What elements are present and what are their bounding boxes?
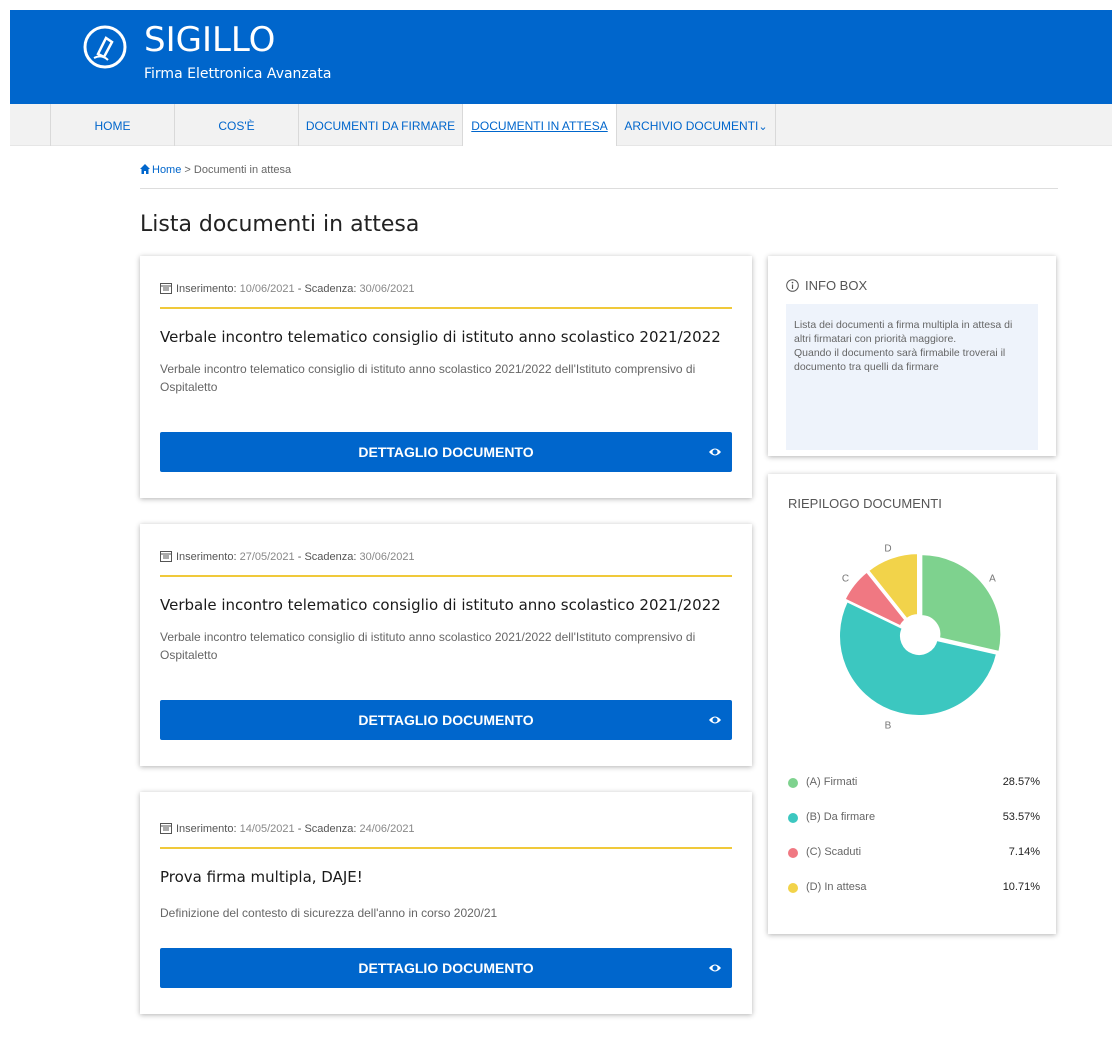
scadenza-date: 24/06/2021 <box>359 823 415 835</box>
card-title: Verbale incontro telematico consiglio di… <box>160 328 721 346</box>
summary-card: RIEPILOGO DOCUMENTI A B C D (A) Firmati 28.5… <box>768 474 1056 934</box>
inserimento-label: Inserimento: <box>176 551 237 563</box>
card-description: Verbale incontro telematico consiglio di… <box>160 362 696 394</box>
legend-dot <box>788 848 798 858</box>
info-box: INFO BOX Lista dei documenti a firma mul… <box>768 256 1056 456</box>
pie-label-b: B <box>885 721 892 732</box>
document-card: Inserimento: 27/05/2021 - Scadenza: 30/0… <box>140 524 752 766</box>
scadenza-label: Scadenza: <box>304 823 357 835</box>
breadcrumb-divider <box>140 188 1058 189</box>
dettaglio-documento-button[interactable]: DETTAGLIO DOCUMENTO <box>160 700 732 740</box>
nav-documenti-in-attesa[interactable]: DOCUMENTI IN ATTESA <box>462 104 616 146</box>
button-label: DETTAGLIO DOCUMENTO <box>358 712 534 728</box>
card-divider <box>160 575 732 577</box>
document-card: Inserimento: 14/05/2021 - Scadenza: 24/0… <box>140 792 752 1014</box>
nav-divider <box>775 104 776 146</box>
card-description: Definizione del contesto di sicurezza de… <box>160 906 498 920</box>
legend-value: 28.57% <box>1002 776 1040 788</box>
home-icon <box>140 164 150 174</box>
inserimento-label: Inserimento: <box>176 283 237 295</box>
pie-label-c: C <box>842 573 849 584</box>
info-box-text-1: Lista dei documenti a firma multipla in … <box>794 319 1013 345</box>
card-dates: Inserimento: 14/05/2021 - Scadenza: 24/0… <box>160 822 415 835</box>
breadcrumb-current: Documenti in attesa <box>193 164 292 176</box>
info-box-body: Lista dei documenti a firma multipla in … <box>786 304 1038 450</box>
calendar-icon <box>160 283 172 294</box>
legend-value: 53.57% <box>1002 811 1040 823</box>
legend-row[interactable]: (A) Firmati 28.57% <box>788 774 1040 794</box>
nav-cose[interactable]: COS'È <box>174 104 298 146</box>
legend-label: (B) Da firmare <box>806 811 876 823</box>
card-title: Prova firma multipla, DAJE! <box>160 868 363 886</box>
legend-row[interactable]: (D) In attesa 10.71% <box>788 879 1040 899</box>
app-title: SIGILLO <box>144 20 276 60</box>
legend-row[interactable]: (B) Da firmare 53.57% <box>788 809 1040 829</box>
card-dates: Inserimento: 10/06/2021 - Scadenza: 30/0… <box>160 282 415 295</box>
info-icon <box>786 279 799 292</box>
scadenza-label: Scadenza: <box>304 551 357 563</box>
legend-value: 7.14% <box>1008 846 1040 858</box>
card-divider <box>160 307 732 309</box>
app-header: SIGILLO Firma Elettronica Avanzata <box>10 10 1112 104</box>
inserimento-label: Inserimento: <box>176 823 237 835</box>
button-label: DETTAGLIO DOCUMENTO <box>358 444 534 460</box>
dettaglio-documento-button[interactable]: DETTAGLIO DOCUMENTO <box>160 432 732 472</box>
info-box-title-text: INFO BOX <box>805 278 868 293</box>
eye-icon <box>709 448 721 456</box>
inserimento-date: 10/06/2021 <box>239 283 295 295</box>
pie-chart: A B C D <box>838 543 1003 732</box>
date-separator: - <box>297 551 302 563</box>
pie-label-a: A <box>989 573 996 584</box>
main-nav: HOME COS'È DOCUMENTI DA FIRMARE DOCUMENT… <box>10 104 1112 146</box>
card-title: Verbale incontro telematico consiglio di… <box>160 596 721 614</box>
legend-label: (A) Firmati <box>806 776 858 788</box>
breadcrumb: Home > Documenti in attesa <box>140 164 291 176</box>
document-card: Inserimento: 10/06/2021 - Scadenza: 30/0… <box>140 256 752 498</box>
card-description: Verbale incontro telematico consiglio di… <box>160 630 696 662</box>
page-title: Lista documenti in attesa <box>140 212 420 237</box>
legend-dot <box>788 883 798 893</box>
info-box-text-2: Quando il documento sarà firmabile trove… <box>794 347 1006 373</box>
pie-label-d: D <box>884 543 891 554</box>
calendar-icon <box>160 823 172 834</box>
legend-label: (C) Scaduti <box>806 846 862 858</box>
button-label: DETTAGLIO DOCUMENTO <box>358 960 534 976</box>
nav-archivio-documenti[interactable]: ARCHIVIO DOCUMENTI⌄ <box>616 104 775 146</box>
date-separator: - <box>297 823 302 835</box>
pie-slice-a[interactable] <box>920 553 1003 654</box>
calendar-icon <box>160 551 172 562</box>
legend-value: 10.71% <box>1002 881 1040 893</box>
eye-icon <box>709 716 721 724</box>
card-divider <box>160 847 732 849</box>
scadenza-label: Scadenza: <box>304 283 357 295</box>
legend-label: (D) In attesa <box>806 881 867 893</box>
date-separator: - <box>297 283 302 295</box>
info-box-title: INFO BOX <box>786 278 867 293</box>
eye-icon <box>709 964 721 972</box>
sigillo-logo-icon[interactable] <box>82 24 128 70</box>
scadenza-date: 30/06/2021 <box>359 551 415 563</box>
scadenza-date: 30/06/2021 <box>359 283 415 295</box>
inserimento-date: 14/05/2021 <box>239 823 295 835</box>
nav-home[interactable]: HOME <box>50 104 174 146</box>
legend-row[interactable]: (C) Scaduti 7.14% <box>788 844 1040 864</box>
dettaglio-documento-button[interactable]: DETTAGLIO DOCUMENTO <box>160 948 732 988</box>
breadcrumb-home-link[interactable]: Home <box>152 164 181 176</box>
app-subtitle: Firma Elettronica Avanzata <box>144 66 332 82</box>
card-dates: Inserimento: 27/05/2021 - Scadenza: 30/0… <box>160 550 415 563</box>
chevron-down-icon: ⌄ <box>758 121 768 133</box>
legend-dot <box>788 778 798 788</box>
nav-documenti-da-firmare[interactable]: DOCUMENTI DA FIRMARE <box>298 104 462 146</box>
summary-title: RIEPILOGO DOCUMENTI <box>788 496 942 511</box>
breadcrumb-separator: > <box>184 164 191 176</box>
nav-archivio-label: ARCHIVIO DOCUMENTI <box>624 119 759 133</box>
inserimento-date: 27/05/2021 <box>239 551 295 563</box>
legend-dot <box>788 813 798 823</box>
